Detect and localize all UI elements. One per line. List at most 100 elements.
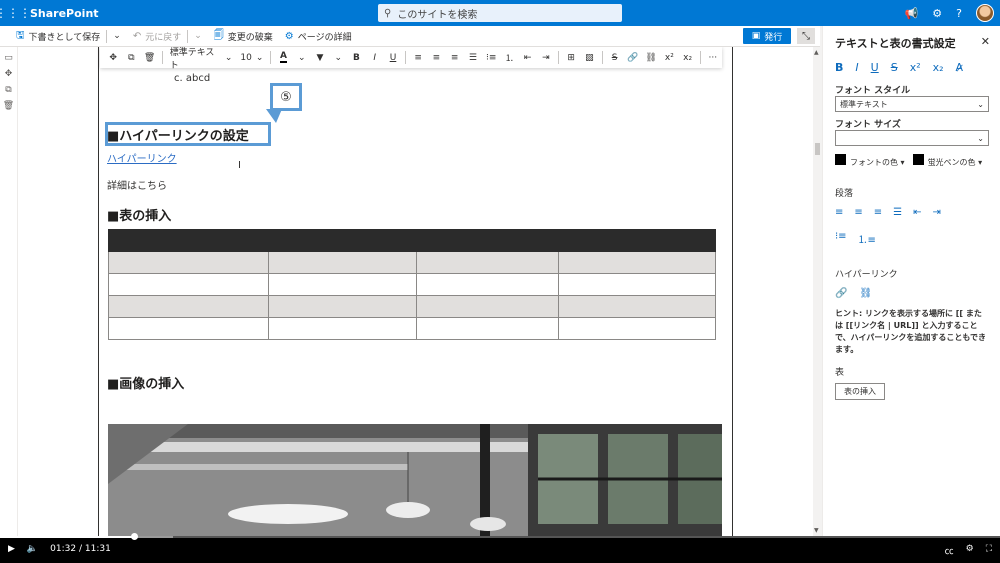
table-cell[interactable] <box>558 251 716 274</box>
bold-icon[interactable]: B <box>835 61 843 74</box>
table-cell[interactable] <box>108 251 269 274</box>
gear-icon[interactable]: ⚙ <box>932 7 942 20</box>
progress-knob[interactable] <box>131 533 138 540</box>
numbered-list-icon[interactable]: ⒈≡ <box>858 231 876 246</box>
collapse-pane-button[interactable]: ⤡ <box>797 28 815 44</box>
table-cell[interactable] <box>108 317 269 340</box>
table-cell[interactable] <box>558 317 716 340</box>
italic-icon[interactable]: I <box>855 61 858 74</box>
chevron-down-icon[interactable]: ⌄ <box>293 47 311 68</box>
font-color-icon[interactable]: A <box>274 47 292 68</box>
table-cell[interactable] <box>416 251 559 274</box>
table-cell[interactable] <box>108 295 269 318</box>
table-cell[interactable] <box>268 273 417 296</box>
delete-icon[interactable]: 🗑 <box>3 101 14 111</box>
align-center-icon[interactable]: ≡ <box>427 47 445 68</box>
subscript-icon[interactable]: x₂ <box>933 61 944 74</box>
scroll-up-icon[interactable]: ▲ <box>814 49 819 56</box>
table-cell[interactable] <box>558 295 716 318</box>
clear-format-icon[interactable]: A̷ <box>956 61 964 74</box>
save-options-chevron[interactable]: ⌄ <box>107 26 127 47</box>
strikethrough-icon[interactable]: S <box>891 61 898 74</box>
settings-icon[interactable]: ⚙ <box>966 544 974 557</box>
chevron-down-icon[interactable]: ⌄ <box>329 47 347 68</box>
volume-icon[interactable]: 🔈 <box>27 544 38 554</box>
decrease-indent-icon[interactable]: ⇤ <box>913 207 921 218</box>
move-icon[interactable]: ✥ <box>104 47 122 68</box>
increase-indent-icon[interactable]: ⇥ <box>537 47 555 68</box>
font-style-dropdown[interactable]: 標準テキスト ⌄ <box>835 96 989 112</box>
increase-indent-icon[interactable]: ⇥ <box>933 207 941 218</box>
insert-table-icon[interactable]: ⊞ <box>562 47 580 68</box>
duplicate-icon[interactable]: ⧉ <box>5 85 11 95</box>
table-cell[interactable] <box>416 273 559 296</box>
underline-icon[interactable]: U <box>871 61 879 74</box>
bullet-list-icon[interactable]: ⁝≡ <box>482 47 500 68</box>
unlink-icon[interactable]: ⛓ <box>859 288 872 299</box>
help-icon[interactable]: ? <box>956 7 962 20</box>
highlight-color-picker[interactable]: 蛍光ペンの色 ▾ <box>912 154 982 168</box>
fullscreen-icon[interactable]: ⛶ <box>986 544 992 557</box>
italic-icon[interactable]: I <box>366 47 384 68</box>
align-right-icon[interactable]: ≡ <box>874 207 882 218</box>
scroll-down-icon[interactable]: ▼ <box>814 527 819 534</box>
table-cell[interactable] <box>108 273 269 296</box>
unlink-icon[interactable]: ⛓ <box>642 47 660 68</box>
inserted-image[interactable] <box>108 424 722 536</box>
font-color-picker[interactable]: フォントの色 ▾ <box>835 154 905 168</box>
delete-icon[interactable]: 🗑 <box>141 47 159 68</box>
justify-icon[interactable]: ☰ <box>464 47 482 68</box>
link-icon[interactable]: 🔗 <box>624 47 642 68</box>
table-cell[interactable] <box>108 229 716 252</box>
app-launcher-icon[interactable]: ⋮⋮⋮ <box>0 0 31 26</box>
inserted-table[interactable] <box>108 229 716 340</box>
table-cell[interactable] <box>416 295 559 318</box>
insert-table-button[interactable]: 表の挿入 <box>835 383 885 400</box>
align-left-icon[interactable]: ≡ <box>835 207 843 218</box>
font-size-dropdown[interactable]: ⌄ <box>835 130 989 146</box>
table-cell[interactable] <box>268 295 417 318</box>
style-dropdown[interactable]: 標準テキスト ⌄ <box>166 47 237 71</box>
strikethrough-icon[interactable]: S <box>605 47 623 68</box>
table-cell[interactable] <box>558 273 716 296</box>
close-icon[interactable]: ✕ <box>981 35 990 48</box>
play-icon[interactable]: ▶ <box>8 544 15 554</box>
size-dropdown[interactable]: 10 ⌄ <box>236 47 267 68</box>
save-draft-button[interactable]: 🖫 下書きとして保存 <box>10 26 106 47</box>
app-name[interactable]: SharePoint <box>30 7 99 20</box>
search-input[interactable]: ⚲ このサイトを検索 <box>378 4 622 22</box>
scroll-thumb[interactable] <box>815 143 820 155</box>
more-options-icon[interactable]: ··· <box>704 47 722 68</box>
align-left-icon[interactable]: ≡ <box>409 47 427 68</box>
link-icon[interactable]: 🔗 <box>835 288 847 299</box>
discard-changes-button[interactable]: 🗐 変更の破棄 <box>208 26 279 47</box>
table-cell[interactable] <box>268 317 417 340</box>
bold-icon[interactable]: B <box>347 47 365 68</box>
numbered-list-icon[interactable]: ⒈ <box>500 47 518 68</box>
undo-button[interactable]: ↶ 元に戻す <box>127 26 187 47</box>
undo-options-chevron[interactable]: ⌄ <box>188 26 208 47</box>
bullet-list-icon[interactable]: ⁝≡ <box>835 231 847 246</box>
page-details-button[interactable]: ⚙ ページの詳細 <box>279 26 358 47</box>
superscript-icon[interactable]: x² <box>660 47 678 68</box>
align-center-icon[interactable]: ≡ <box>854 207 862 218</box>
table-cell[interactable] <box>416 317 559 340</box>
move-icon[interactable]: ✥ <box>5 69 13 79</box>
superscript-icon[interactable]: x² <box>910 61 921 74</box>
duplicate-icon[interactable]: ⧉ <box>122 47 140 68</box>
justify-icon[interactable]: ☰ <box>893 207 902 218</box>
publish-button[interactable]: ▣ 発行 <box>743 28 791 44</box>
underline-icon[interactable]: U <box>384 47 402 68</box>
subscript-icon[interactable]: x₂ <box>678 47 696 68</box>
captions-icon[interactable]: ㏄ <box>945 544 954 557</box>
insert-image-icon[interactable]: ▨ <box>580 47 598 68</box>
decrease-indent-icon[interactable]: ⇤ <box>519 47 537 68</box>
align-right-icon[interactable]: ≡ <box>446 47 464 68</box>
table-cell[interactable] <box>268 251 417 274</box>
megaphone-icon[interactable]: 📢 <box>905 7 919 20</box>
add-section-icon[interactable]: ▭ <box>4 53 13 63</box>
highlight-icon[interactable]: ▼ <box>311 47 329 68</box>
canvas-scrollbar[interactable] <box>813 47 822 536</box>
avatar[interactable] <box>976 4 994 22</box>
hyperlink[interactable]: ハイパーリンク <box>107 150 177 165</box>
